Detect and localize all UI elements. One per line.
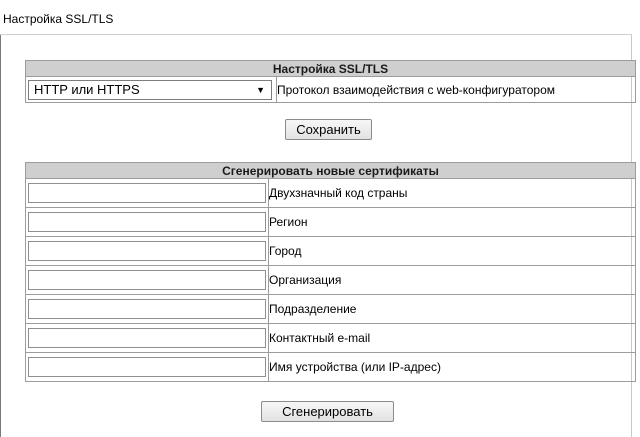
- cert-row-device-name: Имя устройства (или IP-адрес): [25, 352, 636, 382]
- ssl-settings-header: Настройка SSL/TLS: [25, 60, 636, 77]
- generate-button[interactable]: Сгенерировать: [261, 401, 394, 422]
- save-button[interactable]: Сохранить: [285, 119, 372, 140]
- department-label: Подразделение: [268, 294, 636, 324]
- country-code-label: Двухзначный код страны: [268, 178, 636, 208]
- certificate-generation-table: Сгенерировать новые сертификаты Двухзнач…: [25, 162, 636, 382]
- cert-row-email: Контактный e-mail: [25, 323, 636, 353]
- protocol-select-cell: HTTP или HTTPS ▼: [25, 76, 277, 103]
- protocol-select-value: HTTP или HTTPS: [34, 82, 140, 97]
- dropdown-arrow-icon[interactable]: ▼: [256, 85, 265, 95]
- cert-row-country: Двухзначный код страны: [25, 178, 636, 208]
- page-title: Настройка SSL/TLS: [0, 0, 632, 35]
- city-label: Город: [268, 236, 636, 266]
- protocol-label: Протокол взаимодействия с web-конфигурат…: [276, 76, 636, 103]
- cert-row-organization: Организация: [25, 265, 636, 295]
- device-name-input[interactable]: [28, 357, 266, 377]
- cert-row-department: Подразделение: [25, 294, 636, 324]
- department-input[interactable]: [28, 299, 266, 319]
- cert-row-region: Регион: [25, 207, 636, 237]
- city-input[interactable]: [28, 241, 266, 261]
- organization-input[interactable]: [28, 270, 266, 290]
- email-input[interactable]: [28, 328, 266, 348]
- country-code-input[interactable]: [28, 183, 266, 203]
- ssl-settings-table: Настройка SSL/TLS HTTP или HTTPS ▼ Прото…: [25, 60, 636, 103]
- organization-label: Организация: [268, 265, 636, 295]
- email-label: Контактный e-mail: [268, 323, 636, 353]
- device-name-label: Имя устройства (или IP-адрес): [268, 352, 636, 382]
- protocol-select[interactable]: HTTP или HTTPS ▼: [28, 79, 272, 100]
- region-label: Регион: [268, 207, 636, 237]
- certificate-generation-header: Сгенерировать новые сертификаты: [25, 162, 636, 179]
- cert-row-city: Город: [25, 236, 636, 266]
- region-input[interactable]: [28, 212, 266, 232]
